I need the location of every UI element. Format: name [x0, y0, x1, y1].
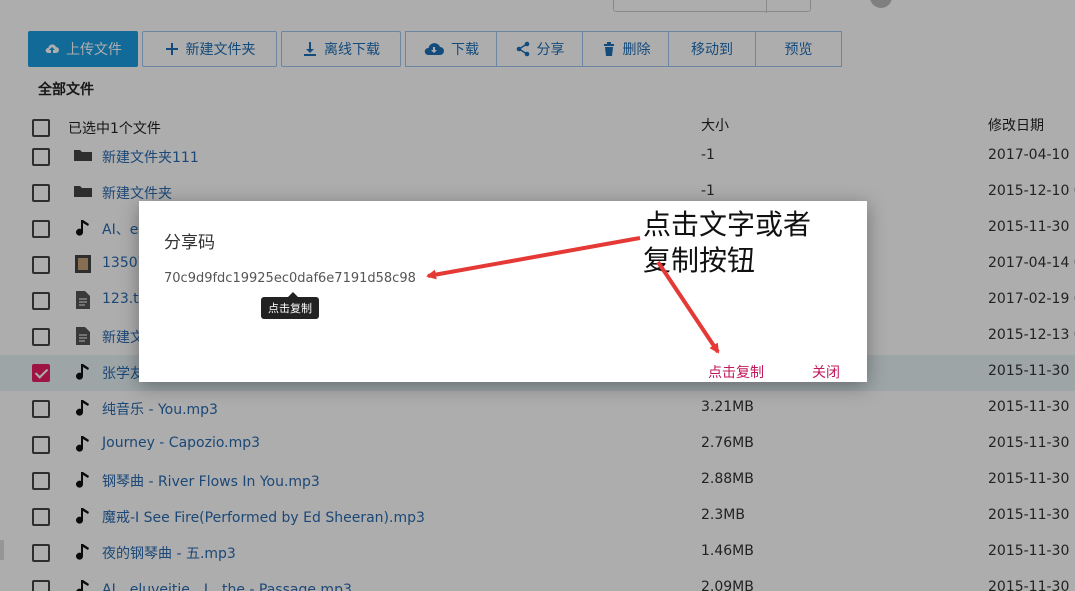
annotation-line-2: 复制按钮 — [643, 244, 756, 277]
copy-tooltip: 点击复制 — [261, 292, 319, 319]
annotation-line-1: 点击文字或者 — [643, 208, 812, 241]
close-button[interactable]: 关闭 — [812, 362, 840, 382]
dialog-title: 分享码 — [164, 233, 215, 253]
annotation-text: 点击文字或者 复制按钮 — [643, 207, 811, 279]
share-code-text[interactable]: 70c9d9fdc19925ec0daf6e7191d58c98 — [164, 271, 416, 286]
copy-button[interactable]: 点击复制 — [708, 362, 764, 382]
